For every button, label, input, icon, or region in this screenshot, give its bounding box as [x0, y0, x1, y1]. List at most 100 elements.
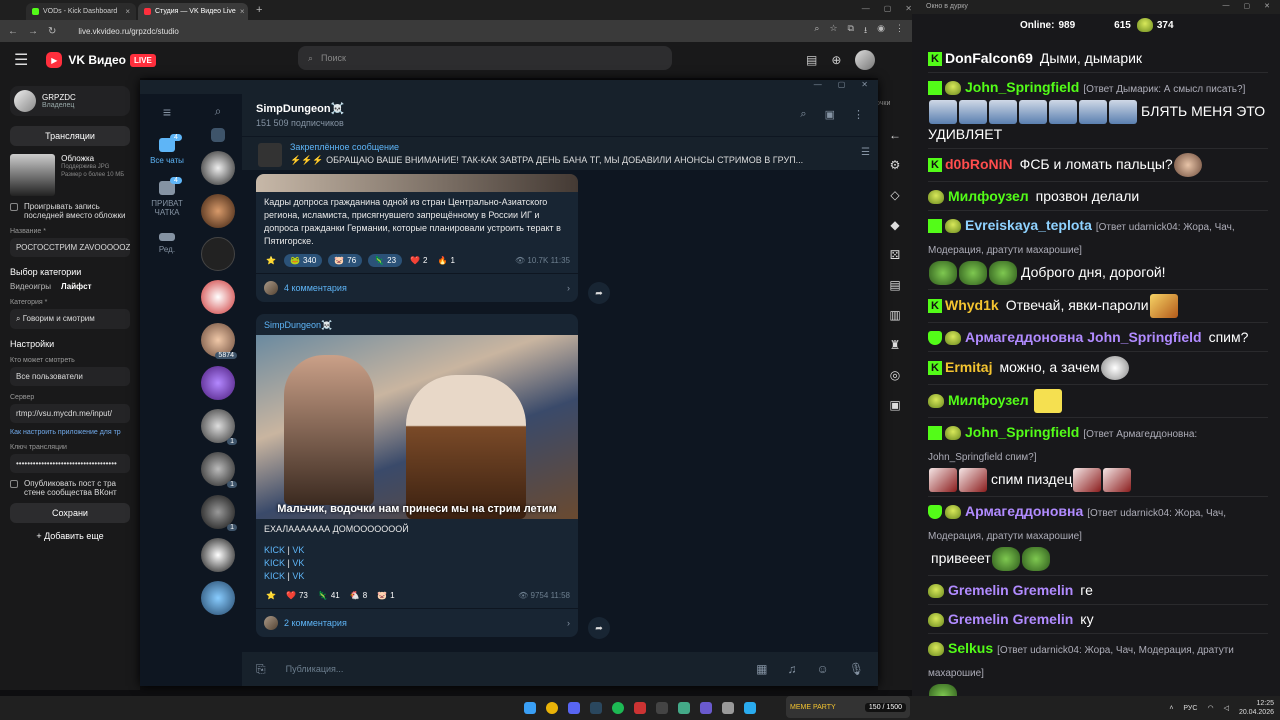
obs-icon[interactable]: [634, 702, 646, 714]
app-icon[interactable]: [722, 702, 734, 714]
vk-link[interactable]: VK: [292, 571, 304, 581]
chat-username[interactable]: Армагеддоновна: [965, 503, 1083, 519]
chat-simpdungeon[interactable]: [201, 151, 235, 185]
reaction-chip[interactable]: 🐸 340: [283, 254, 323, 267]
chat-username[interactable]: Evreiskaya_teplota: [965, 217, 1092, 233]
channel-header[interactable]: SimpDungeon☠️ 151 509 подписчиков ⌕ ▣ ⋮: [242, 94, 878, 136]
reaction-chip[interactable]: 🐔 8: [348, 589, 369, 602]
profile-icon[interactable]: ◉: [877, 23, 885, 39]
pin-list-icon[interactable]: ☰: [861, 147, 870, 158]
close-icon[interactable]: ×: [240, 7, 245, 16]
folder-edit[interactable]: Ред.: [140, 227, 194, 260]
bell-icon[interactable]: ♫: [788, 662, 797, 676]
zoom-icon[interactable]: ⌕: [814, 23, 819, 39]
wifi-icon[interactable]: ◠: [1207, 704, 1213, 713]
menu-icon[interactable]: ☰: [14, 50, 28, 70]
vk-logo-icon[interactable]: ▶: [46, 52, 63, 68]
chat-username[interactable]: Whyd1k: [945, 297, 999, 313]
back-icon[interactable]: ←: [8, 26, 18, 37]
steam-icon[interactable]: [590, 702, 602, 714]
star-reaction[interactable]: ⭐: [264, 254, 278, 267]
chat-username[interactable]: Милфоузел: [948, 188, 1029, 204]
volume-icon[interactable]: ◁: [1224, 704, 1229, 713]
folder-all-chats[interactable]: 4 Все чаты: [140, 132, 194, 171]
spotify-icon[interactable]: [612, 702, 624, 714]
clock[interactable]: 12:25 20.04.2026: [1239, 699, 1274, 717]
close-icon[interactable]: ×: [125, 7, 130, 16]
chat-icon[interactable]: ◎: [890, 368, 900, 382]
chat-mention[interactable]: John_Springfield: [1087, 329, 1201, 345]
chat-username[interactable]: Милфоузел: [948, 392, 1029, 408]
app-icon[interactable]: [700, 702, 712, 714]
chat-username[interactable]: Selkus: [948, 640, 993, 656]
reaction-chip[interactable]: 🔥 1: [435, 254, 456, 267]
add-more-button[interactable]: + Добавить еще: [10, 531, 130, 541]
chat-item[interactable]: [201, 237, 235, 271]
emoji-icon[interactable]: ☺: [817, 662, 829, 676]
howto-link[interactable]: Как настроить приложение для тр: [10, 429, 130, 436]
comments-link[interactable]: 4 комментария ›: [256, 273, 578, 302]
pinned-message-bar[interactable]: Закреплённое сообщение ⚡️⚡️⚡️ ОБРАЩАЮ ВА…: [242, 136, 878, 170]
language-indicator[interactable]: РУС: [1183, 704, 1197, 713]
chat-username[interactable]: Gremelin Gremelin: [948, 582, 1073, 598]
microphone-icon[interactable]: 🎙: [849, 662, 864, 676]
start-icon[interactable]: [524, 702, 536, 714]
share-icon[interactable]: ➦: [588, 617, 610, 639]
url-field[interactable]: live.vkvideo.ru/grpzdc/studio: [78, 27, 179, 36]
avatar[interactable]: [855, 50, 876, 70]
search-icon[interactable]: ⌕: [215, 104, 222, 119]
kick-link[interactable]: KICK: [264, 558, 285, 568]
saved-folder-icon[interactable]: [211, 128, 225, 142]
category-input[interactable]: ⌕ Говорим и смотрим: [10, 309, 130, 329]
title-input[interactable]: РОСГОССТРИМ ZAVOOOOOZ: [10, 238, 130, 257]
chat-item[interactable]: [201, 280, 235, 314]
post-media-image[interactable]: [256, 174, 578, 192]
kick-link[interactable]: KICK: [264, 545, 285, 555]
trophy-icon[interactable]: ♜: [890, 338, 901, 352]
bookmark-star-icon[interactable]: ☆: [829, 23, 837, 39]
maximize-icon[interactable]: ▢: [1244, 2, 1251, 10]
chat-username[interactable]: Gremelin Gremelin: [948, 611, 1073, 627]
message-input[interactable]: Публикация...: [286, 664, 737, 674]
extensions-icon[interactable]: ⧉: [848, 23, 854, 39]
share-icon[interactable]: ➦: [588, 282, 610, 304]
chat-item[interactable]: [201, 194, 235, 228]
meme-party-widget[interactable]: MEME PARTY 150 / 1500: [786, 696, 910, 718]
minimize-icon[interactable]: —: [862, 4, 870, 13]
checkbox-icon[interactable]: [10, 480, 18, 488]
comments-link[interactable]: 2 комментария ›: [256, 608, 578, 637]
reload-icon[interactable]: ↻: [48, 26, 56, 37]
diamond-icon[interactable]: ◇: [890, 188, 899, 202]
chat-item[interactable]: [201, 366, 235, 400]
forward-icon[interactable]: →: [28, 26, 38, 37]
reaction-chip[interactable]: 🐷 76: [328, 254, 363, 267]
notifications-icon[interactable]: ▤: [806, 53, 817, 67]
post-media-image[interactable]: Мальчик, водочки нам принеси мы на стрим…: [256, 335, 578, 519]
chat-username[interactable]: DonFalcon69: [945, 50, 1033, 66]
app-icon[interactable]: [656, 702, 668, 714]
checkbox-icon[interactable]: [10, 203, 18, 211]
vk-link[interactable]: VK: [292, 545, 304, 555]
play-recording-checkbox[interactable]: Проигрывать запись последней вместо обло…: [10, 202, 130, 220]
chat-item[interactable]: 5874: [201, 323, 237, 359]
chat-username[interactable]: John_Springfield: [965, 79, 1079, 95]
new-tab-button[interactable]: +: [250, 4, 268, 16]
reaction-chip[interactable]: ❤️ 73: [284, 589, 310, 602]
cover-image[interactable]: [10, 154, 56, 196]
vk-search-input[interactable]: ⌕ Поиск: [298, 46, 672, 70]
chat-item[interactable]: 1: [201, 409, 237, 445]
stats-icon[interactable]: ▥: [889, 308, 900, 322]
chat-username[interactable]: Армагеддоновна: [965, 329, 1083, 345]
menu-icon[interactable]: ≡: [163, 104, 171, 120]
vk-link[interactable]: VK: [292, 558, 304, 568]
star-reaction[interactable]: ⭐: [264, 589, 278, 602]
stream-key-field[interactable]: ••••••••••••••••••••••••••••••••••••: [10, 454, 130, 473]
chat-item[interactable]: [201, 538, 235, 572]
telegram-icon[interactable]: [744, 702, 756, 714]
collapse-arrow-icon[interactable]: ←: [889, 128, 901, 142]
chat-item[interactable]: 1: [201, 452, 237, 488]
add-icon[interactable]: ⊕: [831, 53, 841, 67]
reaction-chip[interactable]: 🦎 23: [368, 254, 403, 267]
channel-card[interactable]: GRPZDC Владелец: [10, 86, 130, 116]
list-icon[interactable]: ▤: [889, 278, 900, 292]
